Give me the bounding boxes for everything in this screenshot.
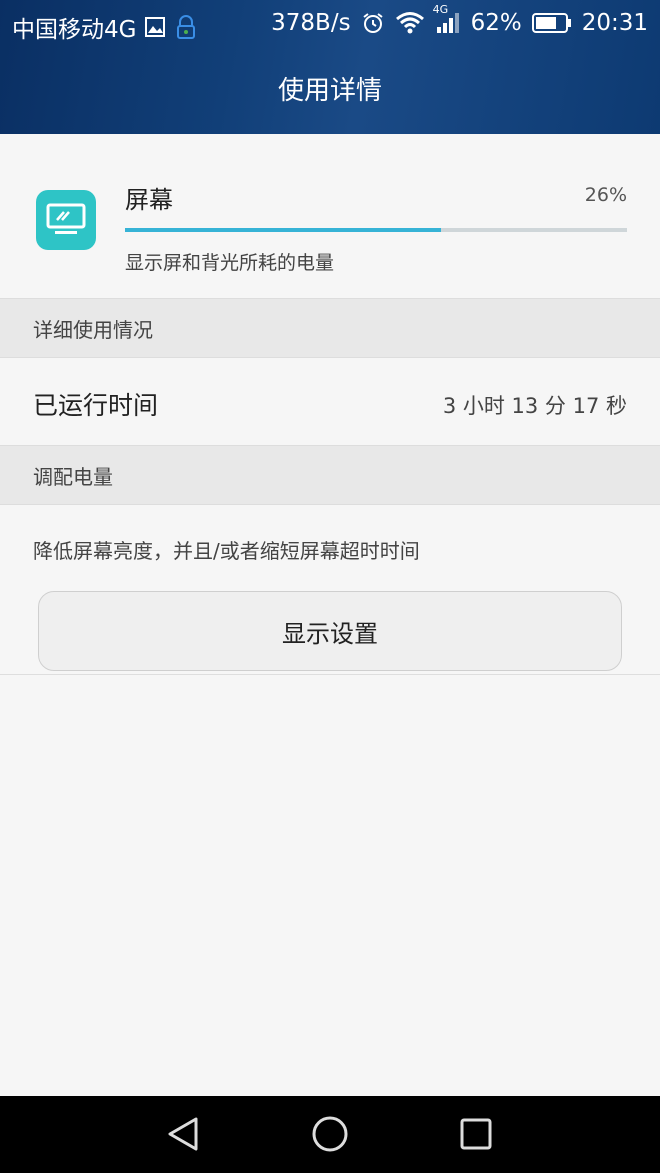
wifi-icon — [395, 11, 425, 35]
home-icon[interactable] — [310, 1114, 350, 1154]
adjust-tip-area: 降低屏幕亮度，并且/或者缩短屏幕超时时间 显示设置 — [0, 505, 660, 675]
signal-icon: 4G — [433, 3, 461, 35]
screen-title: 屏幕 — [125, 186, 173, 214]
runtime-label: 已运行时间 — [33, 391, 159, 420]
details-section-header: 详细使用情况 — [0, 298, 660, 358]
usage-progress-bar — [125, 228, 627, 232]
battery-icon — [531, 12, 572, 34]
page-title: 使用详情 — [277, 76, 382, 106]
status-bar: 中国移动4G 378B/s 4G 62% 20:31 — [0, 0, 660, 48]
adjust-section-header: 调配电量 — [0, 445, 660, 505]
lock-notification-icon — [174, 14, 198, 40]
recents-icon[interactable] — [456, 1114, 496, 1154]
alarm-icon — [361, 11, 385, 35]
screen-description: 显示屏和背光所耗的电量 — [125, 252, 335, 274]
runtime-row: 已运行时间 3 小时 13 分 17 秒 — [0, 358, 660, 445]
display-settings-button[interactable]: 显示设置 — [38, 591, 622, 671]
clock: 20:31 — [581, 10, 648, 36]
main-content: 屏幕 26% 显示屏和背光所耗的电量 详细使用情况 已运行时间 3 小时 13 … — [0, 134, 660, 675]
image-notification-icon — [144, 16, 166, 38]
battery-percent: 62% — [470, 10, 522, 36]
app-header: 中国移动4G 378B/s 4G 62% 20:31 使用详情 — [0, 0, 660, 134]
back-icon[interactable] — [163, 1114, 203, 1154]
usage-progress-fill — [125, 228, 442, 232]
network-speed: 378B/s — [271, 10, 351, 36]
carrier-label: 中国移动4G — [12, 17, 137, 43]
navigation-bar — [0, 1096, 660, 1173]
adjust-tip-text: 降低屏幕亮度，并且/或者缩短屏幕超时时间 — [33, 539, 420, 563]
network-type-label: 4G — [432, 3, 449, 16]
screen-usage-row: 屏幕 26% 显示屏和背光所耗的电量 — [0, 134, 660, 298]
monitor-icon — [36, 190, 96, 250]
runtime-value: 3 小时 13 分 17 秒 — [442, 394, 627, 418]
screen-percent: 26% — [584, 184, 627, 206]
